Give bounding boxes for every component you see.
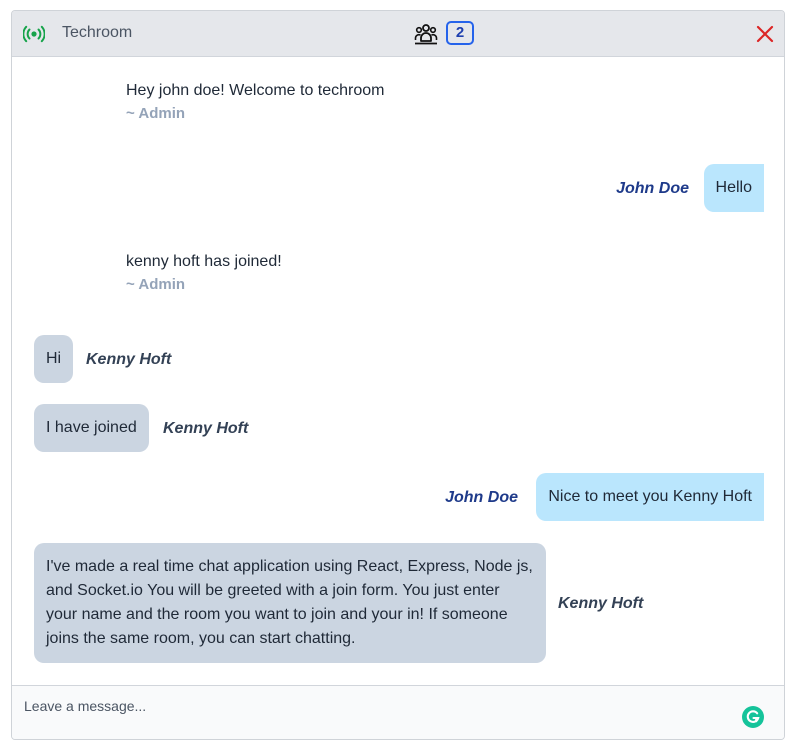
message-list[interactable]: Hey john doe! Welcome to techroom ~ Admi… [12, 57, 784, 685]
my-message-bubble: Nice to meet you Kenny Hoft [536, 473, 764, 521]
message-text-line: your name and the room you want to join … [46, 606, 508, 623]
message-sender: John Doe [445, 489, 518, 506]
admin-message-text: Hey john doe! Welcome to techroom [126, 82, 385, 99]
admin-message: kenny hoft has joined! ~ Admin [126, 252, 282, 293]
users-group-icon[interactable] [414, 23, 438, 45]
other-message-bubble: I have joined [34, 404, 149, 452]
admin-message: Hey john doe! Welcome to techroom ~ Admi… [126, 81, 385, 122]
message-text: I have joined [46, 419, 137, 436]
close-icon[interactable] [756, 25, 774, 43]
message-text: Nice to meet you Kenny Hoft [548, 488, 752, 505]
message-text-line: I've made a real time chat application u… [46, 558, 533, 575]
other-message-bubble: I've made a real time chat application u… [34, 543, 546, 663]
chat-window: Techroom 2 Hey john doe! Welcome to tech… [11, 10, 785, 740]
live-broadcast-icon [23, 25, 45, 43]
message-text: Hello [715, 179, 752, 196]
message-sender: Kenny Hoft [86, 351, 172, 368]
admin-signature: ~ Admin [126, 276, 186, 293]
grammarly-icon[interactable] [742, 706, 764, 728]
my-message-bubble: Hello [703, 164, 764, 212]
message-text-line: and Socket.io You will be greeted with a… [46, 582, 500, 599]
user-count-badge[interactable]: 2 [446, 21, 474, 45]
chat-header: Techroom 2 [12, 11, 784, 57]
message-sender: Kenny Hoft [163, 420, 249, 437]
message-composer [12, 685, 784, 739]
message-sender: John Doe [616, 180, 689, 197]
message-input[interactable] [12, 686, 736, 726]
admin-signature: ~ Admin [126, 105, 186, 122]
other-message-bubble: Hi [34, 335, 74, 383]
message-text: Hi [46, 350, 62, 367]
message-sender: Kenny Hoft [558, 595, 644, 612]
admin-message-text: kenny hoft has joined! [126, 253, 282, 270]
room-name: Techroom [62, 24, 133, 41]
message-text-line: joins the same room, you can start chatt… [46, 630, 356, 647]
